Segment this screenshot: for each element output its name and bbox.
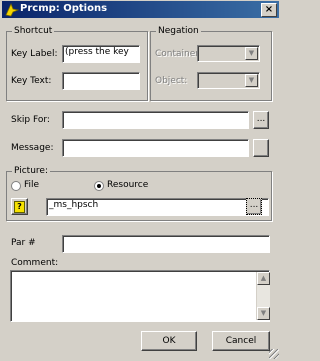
- picture-field[interactable]: _ms_hpsch: [46, 198, 269, 216]
- skip-for-field[interactable]: [62, 111, 249, 129]
- comment-label: Comment:: [11, 258, 59, 268]
- title-bar[interactable]: Prcmp: Options ×: [2, 1, 279, 18]
- comment-textarea[interactable]: [10, 270, 270, 322]
- picture-group-title: Picture:: [12, 166, 50, 176]
- picture-help-button[interactable]: ?: [11, 198, 28, 215]
- par-field[interactable]: [62, 235, 270, 253]
- options-dialog: Prcmp: Options × Shortcut Key Label: (pr…: [0, 0, 281, 361]
- close-button[interactable]: ×: [261, 3, 277, 17]
- shortcut-group-title: Shortcut: [12, 26, 55, 36]
- key-label-field[interactable]: (press the key: [62, 45, 140, 63]
- key-label-label: Key Label:: [11, 49, 58, 59]
- ok-button[interactable]: OK: [141, 331, 197, 351]
- negation-group: Negation: [150, 26, 272, 101]
- message-label: Message:: [11, 143, 54, 153]
- file-radio[interactable]: [11, 181, 21, 191]
- key-text-label: Key Text:: [11, 76, 52, 86]
- message-field[interactable]: [62, 139, 249, 157]
- shortcut-group: Shortcut: [6, 26, 148, 101]
- object-label: Object:: [155, 76, 188, 86]
- close-icon: ×: [264, 4, 274, 15]
- par-label: Par #: [11, 238, 36, 248]
- comment-scrollbar[interactable]: ▲ ▼: [256, 272, 270, 320]
- picture-browse-button[interactable]: ...: [246, 198, 262, 215]
- scroll-up-icon[interactable]: ▲: [257, 272, 270, 285]
- skip-for-browse-button[interactable]: ...: [253, 111, 269, 129]
- negation-group-title: Negation: [156, 26, 201, 36]
- resize-grip[interactable]: [269, 349, 279, 359]
- key-text-field[interactable]: [62, 72, 140, 90]
- scroll-down-icon[interactable]: ▼: [257, 307, 270, 320]
- prompt-icon: [5, 2, 19, 17]
- help-icon: ?: [14, 201, 25, 213]
- container-label: Container:: [155, 49, 202, 59]
- window-title: Prcmp: Options: [20, 3, 108, 14]
- resource-radio-label[interactable]: Resource: [107, 180, 148, 190]
- container-combo[interactable]: ▼: [197, 45, 260, 62]
- chevron-down-icon[interactable]: ▼: [245, 74, 258, 87]
- resource-radio[interactable]: [94, 181, 104, 191]
- message-side-button[interactable]: [253, 139, 269, 157]
- chevron-down-icon[interactable]: ▼: [245, 47, 258, 60]
- cancel-button[interactable]: Cancel: [212, 331, 270, 351]
- object-combo[interactable]: ▼: [197, 72, 260, 89]
- file-radio-label[interactable]: File: [24, 180, 39, 190]
- skip-for-label: Skip For:: [11, 115, 50, 125]
